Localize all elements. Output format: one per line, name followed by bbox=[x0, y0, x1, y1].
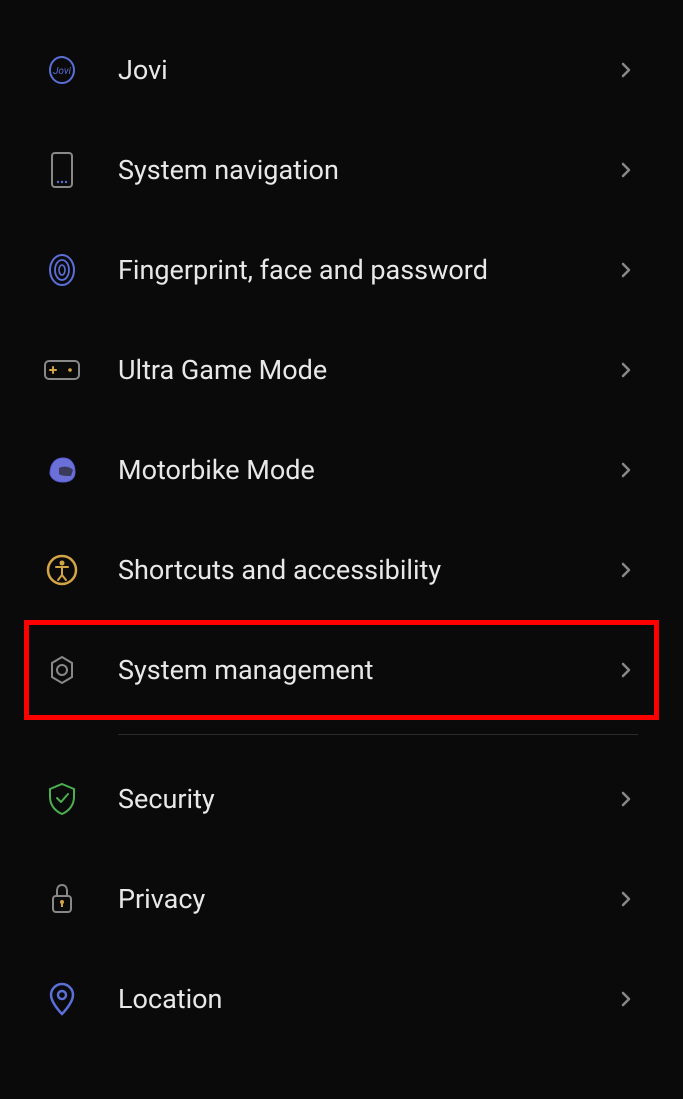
settings-item-system-management[interactable]: System management bbox=[24, 620, 659, 720]
settings-item-label: Security bbox=[118, 783, 614, 815]
helmet-icon bbox=[42, 450, 82, 490]
settings-item-label: Motorbike Mode bbox=[118, 454, 614, 486]
shield-icon bbox=[42, 779, 82, 819]
settings-item-shortcuts-accessibility[interactable]: Shortcuts and accessibility bbox=[0, 520, 683, 620]
settings-item-label: Shortcuts and accessibility bbox=[118, 554, 614, 586]
chevron-right-icon bbox=[614, 458, 638, 482]
chevron-right-icon bbox=[614, 887, 638, 911]
chevron-right-icon bbox=[614, 558, 638, 582]
chevron-right-icon bbox=[614, 358, 638, 382]
settings-item-fingerprint[interactable]: Fingerprint, face and password bbox=[0, 220, 683, 320]
chevron-right-icon bbox=[614, 787, 638, 811]
chevron-right-icon bbox=[614, 658, 638, 682]
jovi-icon: Jovi bbox=[42, 50, 82, 90]
settings-item-label: Jovi bbox=[118, 54, 614, 86]
gear-icon bbox=[42, 650, 82, 690]
settings-item-label: Ultra Game Mode bbox=[118, 354, 614, 386]
settings-item-motorbike-mode[interactable]: Motorbike Mode bbox=[0, 420, 683, 520]
settings-item-label: Location bbox=[118, 983, 614, 1015]
settings-item-label: Privacy bbox=[118, 883, 614, 915]
phone-icon bbox=[42, 150, 82, 190]
settings-item-label: Fingerprint, face and password bbox=[118, 254, 614, 286]
chevron-right-icon bbox=[614, 58, 638, 82]
settings-item-system-navigation[interactable]: System navigation bbox=[0, 120, 683, 220]
chevron-right-icon bbox=[614, 258, 638, 282]
settings-item-security[interactable]: Security bbox=[0, 749, 683, 849]
settings-item-location[interactable]: Location bbox=[0, 949, 683, 1049]
settings-item-ultra-game-mode[interactable]: Ultra Game Mode bbox=[0, 320, 683, 420]
accessibility-icon bbox=[42, 550, 82, 590]
fingerprint-icon bbox=[42, 250, 82, 290]
settings-item-privacy[interactable]: Privacy bbox=[0, 849, 683, 949]
settings-item-label: System navigation bbox=[118, 154, 614, 186]
settings-list: Jovi Jovi System navigation bbox=[0, 0, 683, 1069]
chevron-right-icon bbox=[614, 158, 638, 182]
settings-item-jovi[interactable]: Jovi Jovi bbox=[0, 20, 683, 120]
lock-icon bbox=[42, 879, 82, 919]
chevron-right-icon bbox=[614, 987, 638, 1011]
gamepad-icon bbox=[42, 350, 82, 390]
settings-item-label: System management bbox=[118, 654, 614, 686]
svg-text:Jovi: Jovi bbox=[53, 66, 72, 77]
location-pin-icon bbox=[42, 979, 82, 1019]
divider bbox=[118, 734, 638, 735]
